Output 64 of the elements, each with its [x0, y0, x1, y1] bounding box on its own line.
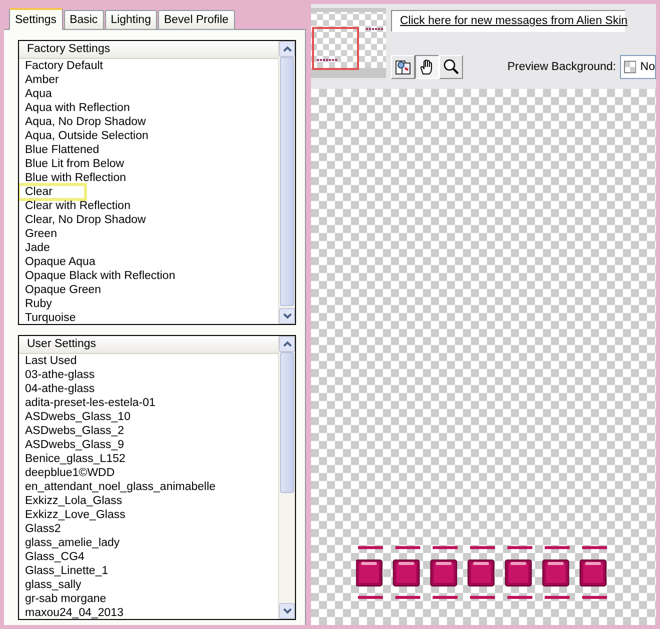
preset-item[interactable]: glass_amelie_lady [19, 536, 126, 550]
compare-tool[interactable] [391, 55, 415, 79]
preview-background-label: Preview Background: [507, 61, 616, 73]
scroll-down-button[interactable] [279, 308, 295, 324]
preset-item[interactable]: Factory Default [19, 59, 109, 73]
preset-item[interactable]: Blue Flattened [19, 143, 106, 157]
scroll-up-button[interactable] [279, 336, 295, 352]
scroll-up-button[interactable] [279, 41, 295, 57]
preset-item[interactable]: Blue Lit from Below [19, 157, 130, 171]
preset-item[interactable]: en_attendant_noel_glass_animabelle [19, 480, 222, 494]
chevron-down-icon [282, 608, 292, 614]
preset-item[interactable]: Exkizz_Love_Glass [19, 508, 132, 522]
tab[interactable]: Lighting [104, 10, 157, 29]
preset-item[interactable]: Glass_Linette_1 [19, 564, 114, 578]
preset-item[interactable]: Aqua, No Drop Shadow [19, 115, 152, 129]
preset-item[interactable]: Aqua with Reflection [19, 101, 136, 115]
scroll-down-button[interactable] [279, 603, 295, 619]
checker-swatch-icon [624, 60, 636, 74]
scrollbar-thumb[interactable] [280, 57, 294, 306]
navigator-thumbnail[interactable] [311, 8, 386, 78]
preset-item[interactable]: Turquoise [19, 311, 82, 324]
chevron-up-icon [282, 46, 292, 52]
preset-item[interactable]: Opaque Aqua [19, 255, 102, 269]
messages-link[interactable]: Click here for new messages from Alien Skin [400, 15, 628, 27]
preset-item[interactable]: Opaque Black with Reflection [19, 269, 182, 283]
chevron-up-icon [282, 341, 292, 347]
preset-item[interactable]: Glass2 [19, 522, 67, 536]
preset-item[interactable]: Blue with Reflection [19, 171, 132, 185]
preset-item[interactable]: Clear, No Drop Shadow [19, 213, 152, 227]
preset-item[interactable]: Clear with Reflection [19, 199, 136, 213]
preset-item[interactable]: Exkizz_Lola_Glass [19, 494, 128, 508]
tab[interactable]: Basic [64, 10, 104, 29]
preset-item[interactable]: Ruby [19, 297, 58, 311]
hand-tool[interactable] [415, 55, 439, 79]
scrollbar-thumb[interactable] [280, 352, 294, 493]
preset-item[interactable]: Glass_CG4 [19, 550, 90, 564]
preset-item[interactable]: Opaque Green [19, 283, 108, 297]
preset-item[interactable]: ASDwebs_Glass_9 [19, 438, 130, 452]
tab[interactable]: Bevel Profile [158, 10, 235, 29]
preset-item[interactable]: Green [19, 227, 63, 241]
zoom-icon [442, 58, 460, 76]
preset-item[interactable]: Jade [19, 241, 56, 255]
preview-background-dropdown[interactable]: No [620, 55, 656, 79]
preset-item[interactable]: Aqua [19, 87, 58, 101]
preset-item[interactable]: Aqua, Outside Selection [19, 129, 154, 143]
preset-item[interactable]: deepblue1©WDD [19, 466, 121, 480]
preset-item[interactable]: Clear [19, 185, 85, 199]
compare-icon [394, 58, 412, 76]
list-header: User Settings [19, 336, 278, 354]
preset-item[interactable]: glass_sally [19, 578, 88, 592]
preset-item[interactable]: ASDwebs_Glass_2 [19, 424, 130, 438]
preset-item[interactable]: Last Used [19, 354, 83, 368]
preset-item[interactable]: ASDwebs_Glass_10 [19, 410, 136, 424]
chevron-down-icon [282, 313, 292, 319]
tab[interactable]: Settings [9, 8, 63, 30]
preset-item[interactable]: Benice_glass_L152 [19, 452, 132, 466]
preset-item[interactable]: maxou24_04_2013 [19, 606, 130, 619]
preset-item[interactable]: gr-sab morgane [19, 592, 112, 606]
preset-item[interactable]: 03-athe-glass [19, 368, 101, 382]
preset-item[interactable]: adita-preset-les-estela-01 [19, 396, 162, 410]
preset-item[interactable]: Amber [19, 73, 65, 87]
list-header: Factory Settings [19, 41, 278, 59]
preset-item[interactable]: 04-athe-glass [19, 382, 101, 396]
zoom-tool[interactable] [439, 55, 463, 79]
